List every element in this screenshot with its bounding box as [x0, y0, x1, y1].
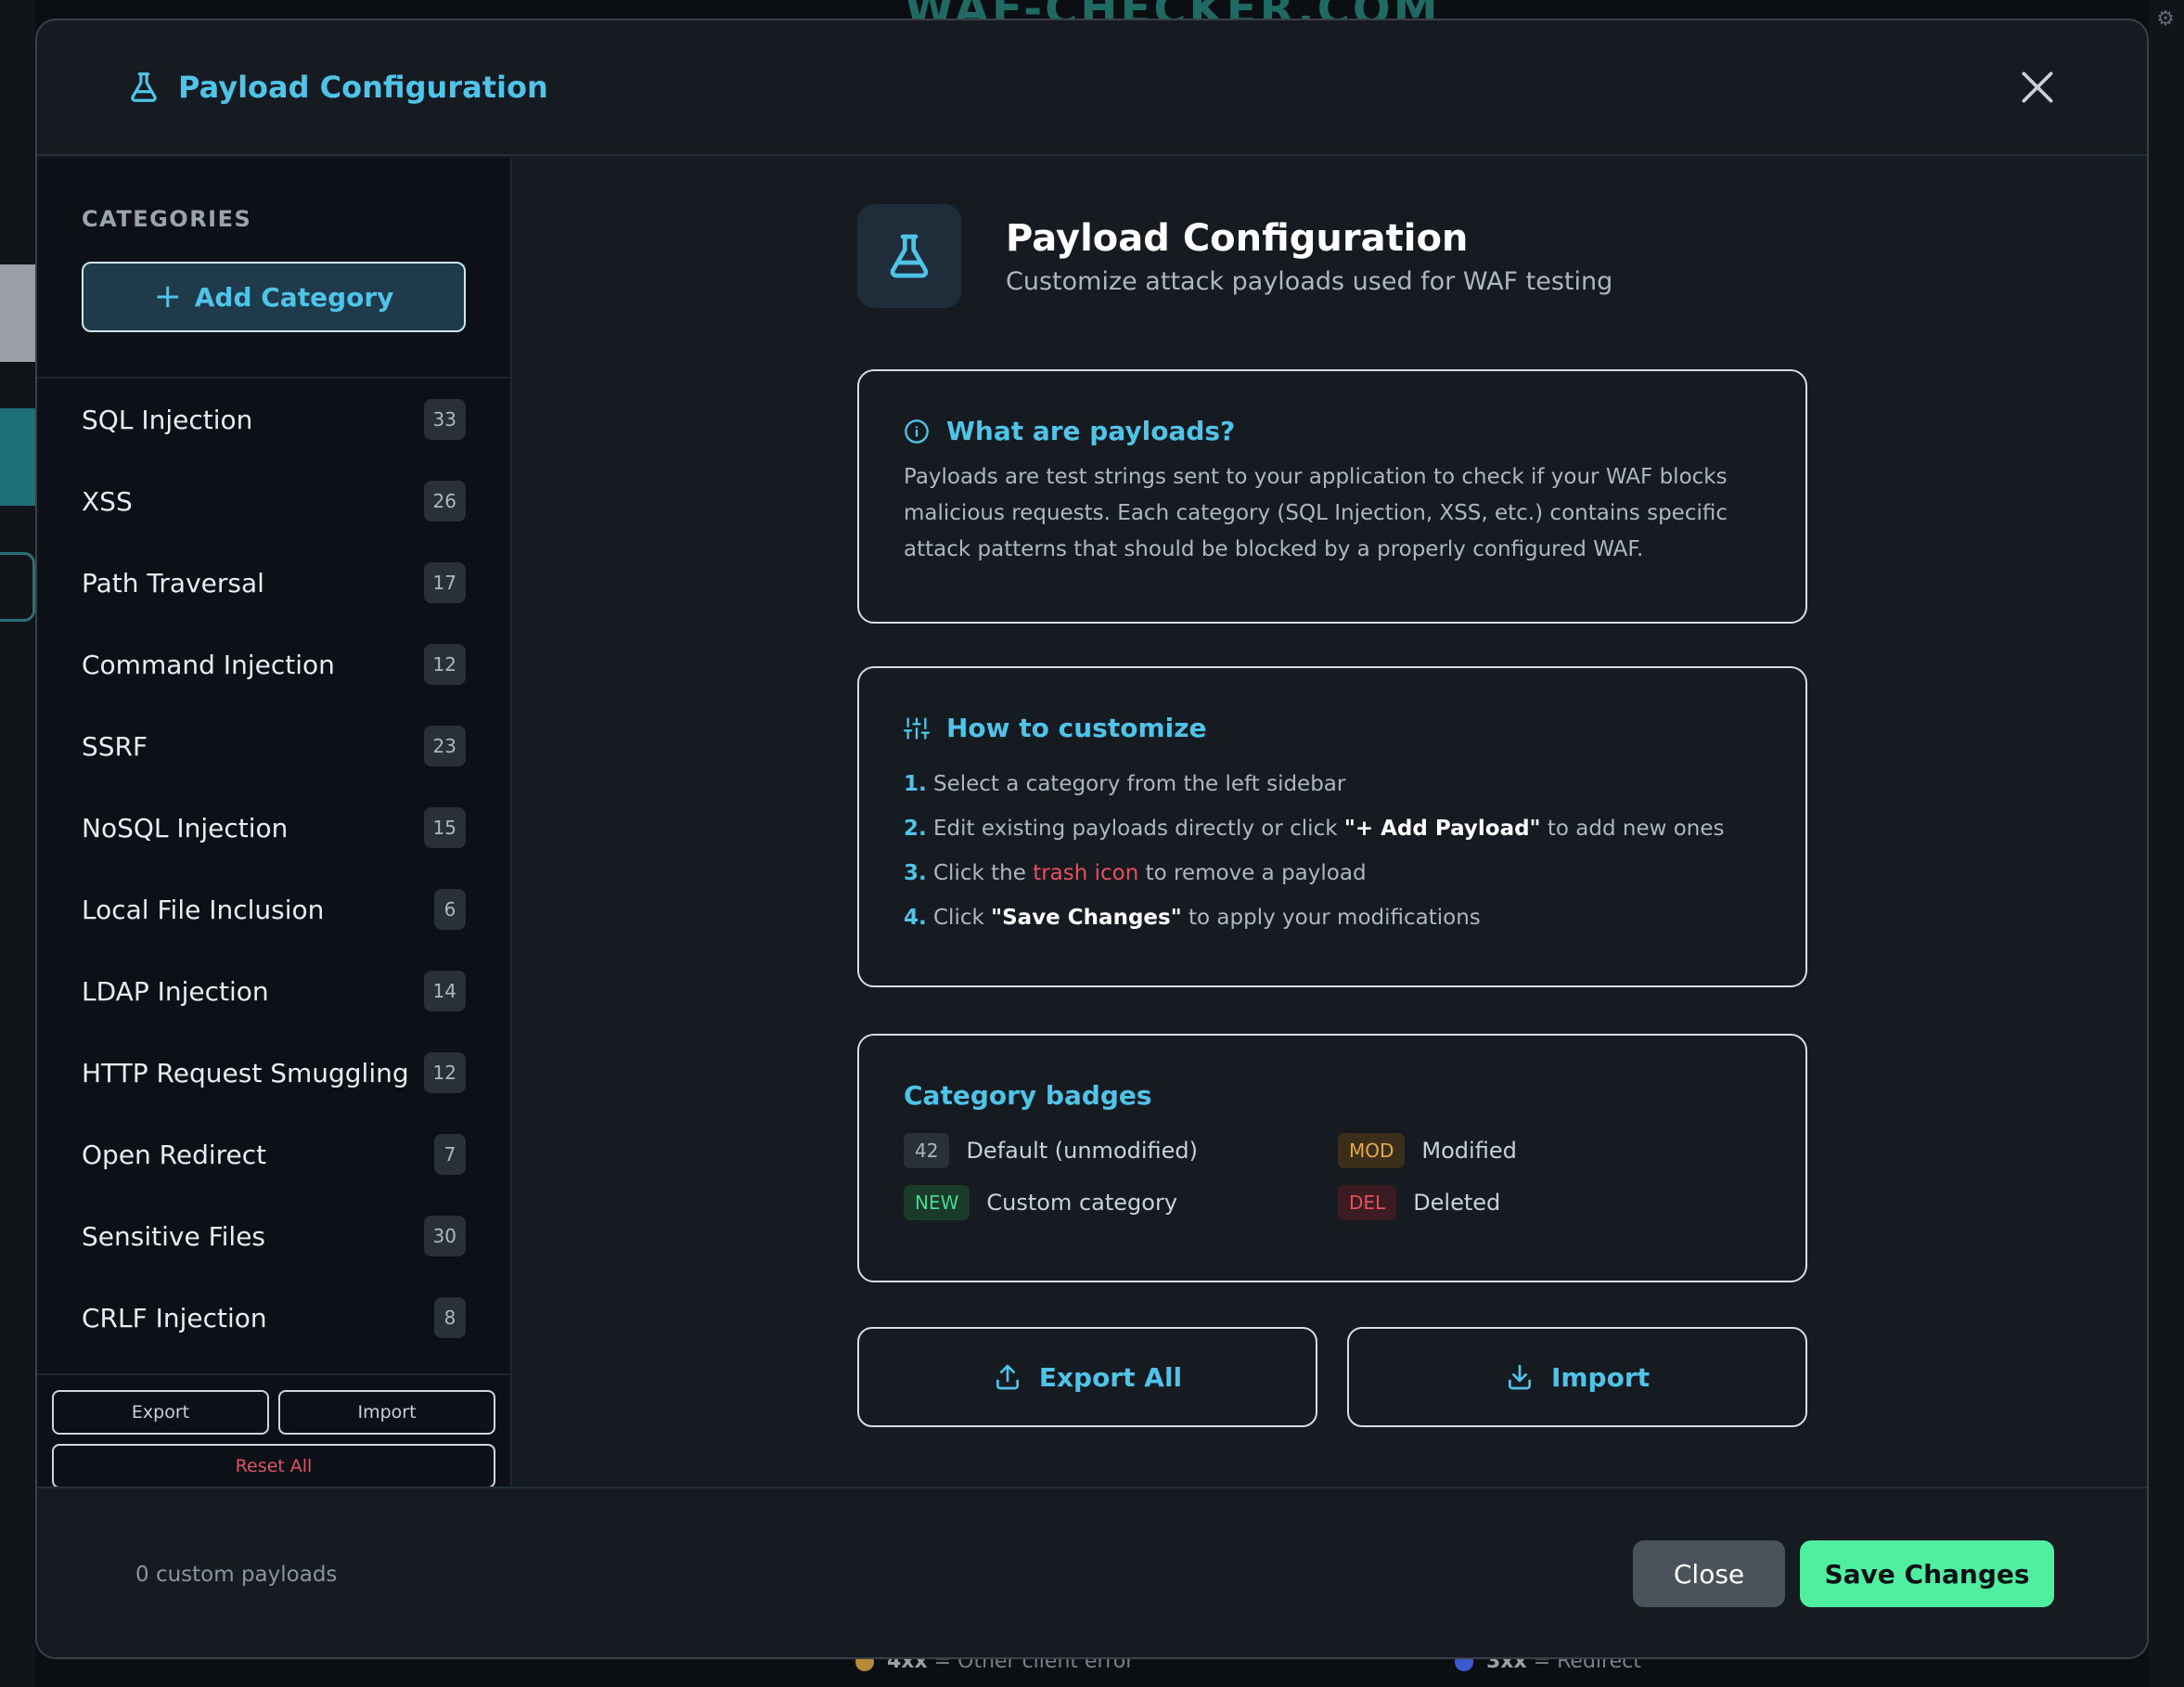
plus-icon: +: [153, 277, 182, 316]
category-item[interactable]: Path Traversal 17: [37, 542, 510, 624]
hero-icon-box: [857, 204, 961, 308]
new-badge: NEW: [904, 1185, 970, 1220]
sidebar-export-button[interactable]: Export: [52, 1390, 269, 1435]
download-icon: [1508, 1364, 1531, 1390]
modal-title: Payload Configuration: [178, 70, 548, 105]
category-name: Command Injection: [82, 649, 335, 680]
category-name: HTTP Request Smuggling: [82, 1057, 409, 1088]
category-count-badge: 7: [434, 1134, 466, 1175]
custom-payload-count: 0 custom payloads: [135, 1563, 338, 1587]
add-category-label: Add Category: [194, 281, 394, 313]
what-are-payloads-card: What are payloads? Payloads are test str…: [857, 369, 1807, 624]
category-name: CRLF Injection: [82, 1302, 267, 1333]
category-item[interactable]: HTTP Request Smuggling 12: [37, 1032, 510, 1114]
background-right-panel: [2149, 0, 2184, 1687]
main-title: Payload Configuration: [1006, 216, 1469, 260]
close-button[interactable]: Close: [1633, 1540, 1785, 1607]
step-item: 4. Click "Save Changes" to apply your mod…: [904, 906, 1481, 930]
sliders-icon: [904, 716, 930, 740]
steps-list: 1. Select a category from the left sideba…: [904, 762, 1761, 940]
category-name: XSS: [82, 485, 133, 517]
category-item[interactable]: SQL Injection 33: [37, 379, 510, 460]
add-category-button[interactable]: + Add Category: [82, 262, 466, 332]
main-panel: Payload Configuration Customize attack p…: [514, 158, 2147, 1487]
background-tab: [0, 552, 35, 622]
categories-sidebar: CATEGORIES + Add Category SQL Injection 3…: [37, 158, 512, 1488]
flask-icon: [131, 72, 157, 102]
sidebar-footer: Export Import Reset All: [37, 1373, 510, 1488]
badges-legend: 42 Default (unmodified) MOD Modified NEW Cu…: [904, 1133, 1761, 1220]
background-left-panel: [0, 0, 35, 1687]
sidebar-import-button[interactable]: Import: [278, 1390, 495, 1435]
background-tab: [0, 264, 35, 362]
modal-header: Payload Configuration: [37, 20, 2147, 156]
category-item[interactable]: SSRF 23: [37, 705, 510, 787]
background-tab: [0, 408, 35, 506]
step-item: 2. Edit existing payloads directly or cli…: [904, 817, 1725, 841]
category-item[interactable]: Sensitive Files 30: [37, 1195, 510, 1277]
step-item: 3. Click the trash icon to remove a paylo…: [904, 861, 1367, 885]
step-item: 1. Select a category from the left sideba…: [904, 772, 1346, 796]
deleted-badge: DEL: [1338, 1185, 1397, 1220]
categories-heading: CATEGORIES: [82, 206, 252, 232]
category-name: SSRF: [82, 730, 148, 762]
category-name: SQL Injection: [82, 404, 253, 435]
category-count-badge: 6: [434, 889, 466, 930]
sliders-icon: ⚙: [2156, 7, 2175, 31]
category-list: SQL Injection 33 XSS 26 Path Traversal 17 C…: [37, 379, 510, 1359]
category-count-badge: 14: [423, 971, 466, 1011]
how-to-customize-card: How to customize 1. Select a category fro…: [857, 666, 1807, 987]
save-changes-button[interactable]: Save Changes: [1800, 1540, 2054, 1607]
payload-configuration-modal: Payload Configuration CATEGORIES + Add C…: [35, 19, 2149, 1659]
category-item[interactable]: Local File Inclusion 6: [37, 869, 510, 950]
close-icon[interactable]: [2017, 67, 2058, 108]
category-name: Local File Inclusion: [82, 894, 325, 925]
category-name: LDAP Injection: [82, 975, 269, 1007]
category-item[interactable]: Command Injection 12: [37, 624, 510, 705]
main-hero: Payload Configuration Customize attack p…: [857, 204, 1612, 308]
export-all-button[interactable]: Export All: [857, 1327, 1317, 1427]
category-item[interactable]: XSS 26: [37, 460, 510, 542]
main-subtitle: Customize attack payloads used for WAF t…: [1006, 266, 1613, 296]
category-badges-card: Category badges 42 Default (unmodified) M…: [857, 1034, 1807, 1282]
category-count-badge: 17: [423, 562, 466, 603]
modified-badge: MOD: [1338, 1133, 1406, 1168]
badges-card-title: Category badges: [904, 1080, 1152, 1111]
category-name: Path Traversal: [82, 567, 264, 599]
category-item[interactable]: Open Redirect 7: [37, 1114, 510, 1195]
default-badge: 42: [904, 1133, 950, 1168]
category-name: Sensitive Files: [82, 1220, 266, 1252]
import-button[interactable]: Import: [1347, 1327, 1807, 1427]
category-count-badge: 30: [423, 1216, 466, 1256]
reset-all-button[interactable]: Reset All: [52, 1444, 495, 1488]
category-count-badge: 8: [434, 1297, 466, 1338]
category-count-badge: 12: [423, 644, 466, 685]
category-count-badge: 33: [423, 399, 466, 440]
category-item[interactable]: NoSQL Injection 15: [37, 787, 510, 869]
flask-icon: [890, 234, 929, 278]
how-card-title: How to customize: [946, 713, 1207, 743]
modal-footer: 0 custom payloads Close Save Changes: [37, 1487, 2147, 1657]
category-count-badge: 26: [423, 481, 466, 522]
category-item[interactable]: LDAP Injection 14: [37, 950, 510, 1032]
category-count-badge: 15: [423, 807, 466, 848]
category-name: NoSQL Injection: [82, 812, 289, 844]
category-item[interactable]: CRLF Injection 8: [37, 1277, 510, 1359]
upload-icon: [996, 1364, 1019, 1390]
info-icon: [905, 419, 929, 444]
category-name: Open Redirect: [82, 1139, 267, 1170]
category-count-badge: 12: [423, 1052, 466, 1093]
what-card-title: What are payloads?: [946, 416, 1236, 446]
what-card-body: Payloads are test strings sent to your a…: [904, 465, 1728, 561]
category-count-badge: 23: [423, 726, 466, 766]
